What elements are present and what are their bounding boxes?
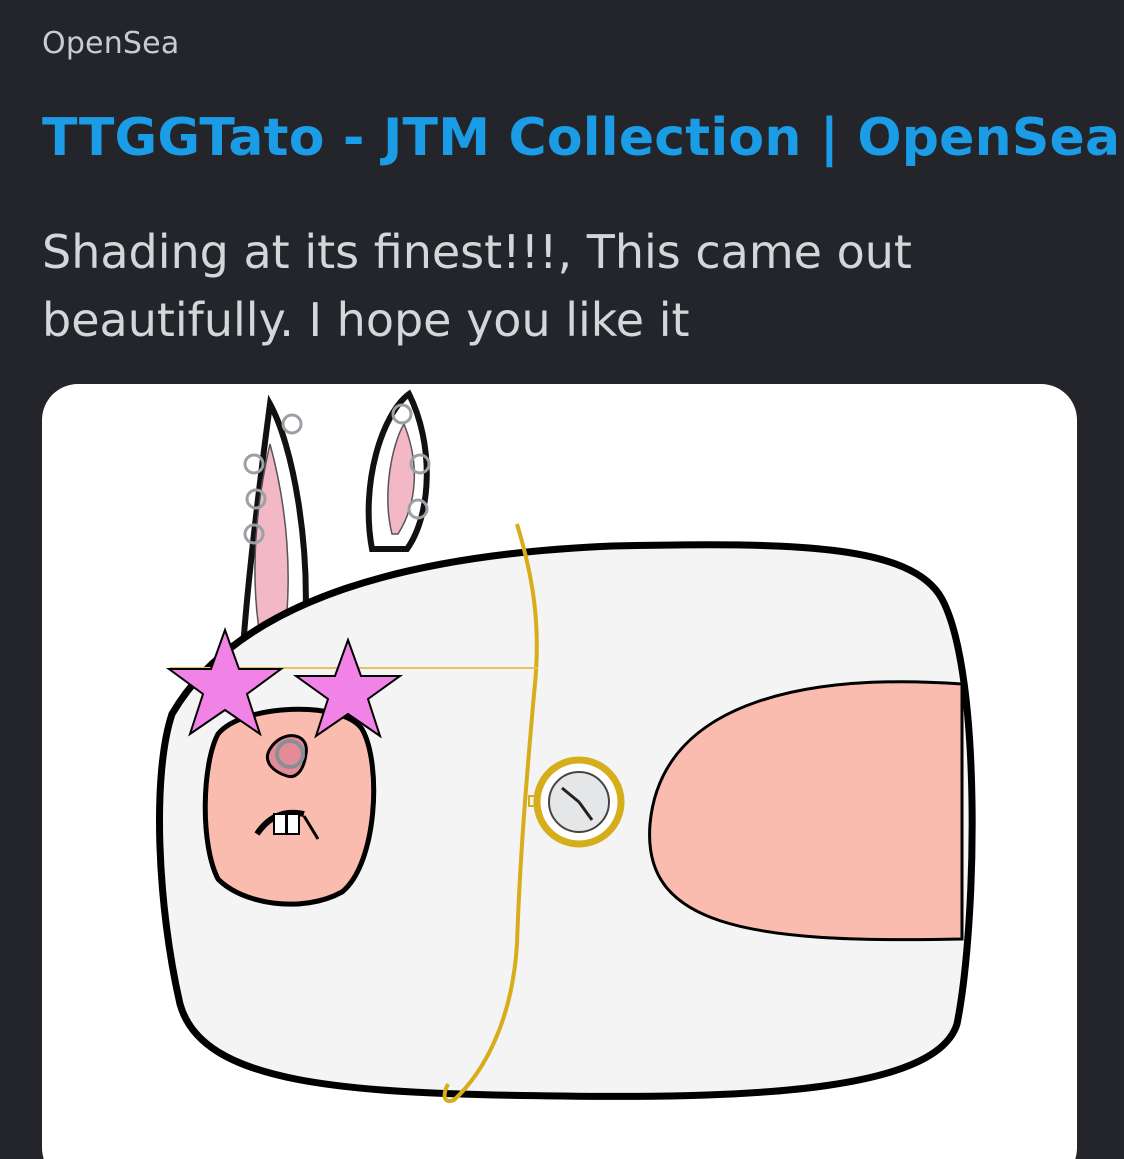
nft-artwork-illustration	[156, 389, 976, 1103]
link-embed-card: OpenSea TTGGTato - JTM Collection | Open…	[0, 0, 1124, 1159]
embed-provider[interactable]: OpenSea	[42, 26, 179, 61]
embed-title-link[interactable]: TTGGTato - JTM Collection | OpenSea	[42, 108, 1120, 168]
right-ear	[365, 389, 431, 552]
embed-description: Shading at its finest!!!, This came out …	[42, 225, 912, 347]
embed-image[interactable]	[42, 384, 1077, 1159]
